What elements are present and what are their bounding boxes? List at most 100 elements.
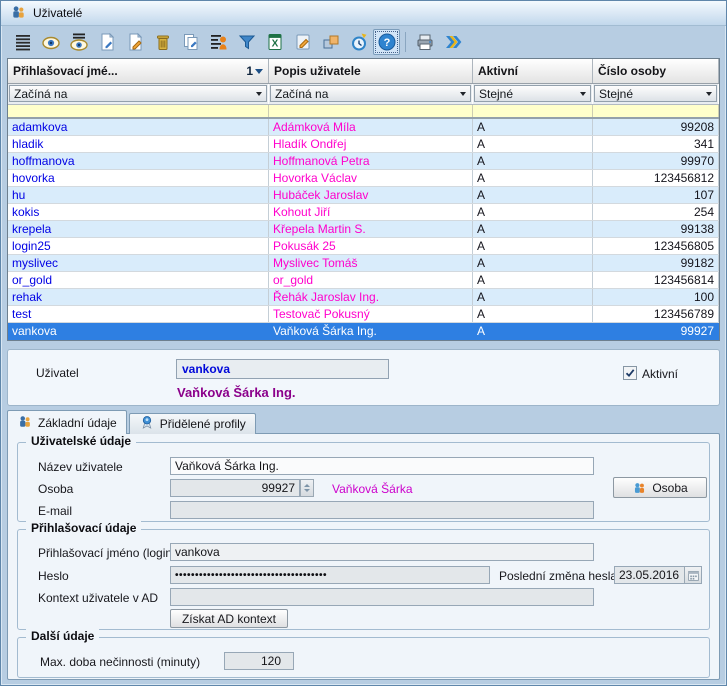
max-idle-label: Max. doba nečinnosti (minuty) bbox=[40, 655, 200, 669]
filter-cell: Stejné bbox=[593, 84, 719, 104]
table-row[interactable]: kokisKohout JiříA254 bbox=[8, 204, 719, 221]
person-button[interactable]: Osoba bbox=[613, 477, 707, 498]
login-input[interactable]: vankova bbox=[170, 543, 594, 561]
filter-operator-dropdown[interactable]: Stejné bbox=[594, 85, 717, 102]
grid-rows-icon[interactable] bbox=[9, 29, 36, 55]
table-row[interactable]: adamkovaAdámková MílaA99208 bbox=[8, 119, 719, 136]
cell-login: login25 bbox=[8, 238, 269, 254]
cell-description: Testovač Pokusný bbox=[269, 306, 473, 322]
filter-value-cell[interactable] bbox=[8, 105, 269, 117]
tab-label: Přidělené profily bbox=[160, 417, 246, 431]
detail-header-panel: Uživatel vankova Vaňková Šárka Ing. Akti… bbox=[7, 349, 720, 406]
table-row[interactable]: hovorkaHovorka VáclavA123456812 bbox=[8, 170, 719, 187]
cell-description: Vaňková Šárka Ing. bbox=[269, 323, 473, 339]
name-input[interactable]: Vaňková Šárka Ing. bbox=[170, 457, 594, 475]
column-header-label: Přihlašovací jmé... bbox=[13, 64, 118, 78]
toolbar-separator bbox=[405, 32, 406, 52]
cell-login: hovorka bbox=[8, 170, 269, 186]
column-header[interactable]: Číslo osoby bbox=[593, 59, 719, 83]
cell-login: myslivec bbox=[8, 255, 269, 271]
table-row[interactable]: testTestovač PokusnýA123456789 bbox=[8, 306, 719, 323]
filter-operator-label: Stejné bbox=[479, 87, 513, 101]
filter-operator-label: Začíná na bbox=[275, 87, 328, 101]
login-label: Přihlašovací jméno (login) bbox=[38, 546, 176, 560]
filter-value-cell[interactable] bbox=[473, 105, 593, 117]
cell-description: Hoffmanová Petra bbox=[269, 153, 473, 169]
filter-operator-dropdown[interactable]: Začíná na bbox=[9, 85, 267, 102]
table-row[interactable]: rehakŘehák Jaroslav Ing.A100 bbox=[8, 289, 719, 306]
filter-cell: Začíná na bbox=[8, 84, 269, 104]
table-row[interactable]: hladikHladík OndřejA341 bbox=[8, 136, 719, 153]
edit-record-icon[interactable] bbox=[121, 29, 148, 55]
more-actions-icon[interactable] bbox=[439, 29, 466, 55]
table-row[interactable]: myslivecMyslivec TomášA99182 bbox=[8, 255, 719, 272]
new-record-icon[interactable] bbox=[93, 29, 120, 55]
user-label: Uživatel bbox=[36, 366, 79, 380]
group-title: Uživatelské údaje bbox=[26, 434, 136, 448]
cell-description: Adámková Míla bbox=[269, 119, 473, 135]
preview-icon[interactable] bbox=[37, 29, 64, 55]
cell-person-number: 123456805 bbox=[593, 238, 719, 254]
cell-active: A bbox=[473, 221, 593, 237]
active-checkbox[interactable] bbox=[623, 366, 637, 380]
delete-record-icon[interactable] bbox=[149, 29, 176, 55]
last-password-change-field: 23.05.2016 bbox=[614, 566, 702, 584]
group-title: Další údaje bbox=[26, 629, 99, 643]
user-rights-icon[interactable] bbox=[205, 29, 232, 55]
preview-all-icon[interactable] bbox=[65, 29, 92, 55]
password-label: Heslo bbox=[38, 569, 69, 583]
calendar-icon bbox=[684, 567, 701, 583]
cell-login: hoffmanova bbox=[8, 153, 269, 169]
column-header[interactable]: Popis uživatele bbox=[269, 59, 473, 83]
person-button-icon bbox=[632, 481, 647, 495]
table-body: adamkovaAdámková MílaA99208hladikHladík … bbox=[8, 119, 719, 340]
table-row[interactable]: vankovaVaňková Šárka Ing.A99927 bbox=[8, 323, 719, 340]
cell-person-number: 99182 bbox=[593, 255, 719, 271]
column-header-label: Popis uživatele bbox=[274, 64, 361, 78]
relations-icon[interactable] bbox=[317, 29, 344, 55]
tab-pridelene-profily[interactable]: Přidělené profily bbox=[129, 413, 256, 434]
cell-login: adamkova bbox=[8, 119, 269, 135]
svg-text:X: X bbox=[271, 39, 278, 50]
table-header-row: Přihlašovací jmé... 1 Popis uživatele Aktiv… bbox=[8, 59, 719, 84]
cell-description: Hovorka Václav bbox=[269, 170, 473, 186]
cell-active: A bbox=[473, 238, 593, 254]
edit-note-icon[interactable] bbox=[289, 29, 316, 55]
table-row[interactable]: hoffmanovaHoffmanová PetraA99970 bbox=[8, 153, 719, 170]
filter-operator-dropdown[interactable]: Stejné bbox=[474, 85, 591, 102]
badge-icon bbox=[139, 415, 155, 433]
cell-active: A bbox=[473, 153, 593, 169]
history-icon[interactable] bbox=[345, 29, 372, 55]
cell-active: A bbox=[473, 289, 593, 305]
filter-operator-dropdown[interactable]: Začíná na bbox=[270, 85, 471, 102]
table-row[interactable]: huHubáček JaroslavA107 bbox=[8, 187, 719, 204]
filter-icon[interactable] bbox=[233, 29, 260, 55]
filter-value-cell[interactable] bbox=[593, 105, 719, 117]
cell-description: Kohout Jiří bbox=[269, 204, 473, 220]
sort-arrow-down-icon bbox=[255, 69, 263, 74]
password-input[interactable]: •••••••••••••••••••••••••••••••••••••• bbox=[170, 566, 490, 584]
filter-value-cell[interactable] bbox=[269, 105, 473, 117]
cell-active: A bbox=[473, 255, 593, 271]
table-row[interactable]: krepelaKřepela Martin S.A99138 bbox=[8, 221, 719, 238]
active-checkbox-label: Aktivní bbox=[642, 367, 678, 381]
help-icon[interactable]: ? bbox=[373, 29, 400, 55]
cell-active: A bbox=[473, 204, 593, 220]
print-icon[interactable] bbox=[411, 29, 438, 55]
cell-description: or_gold bbox=[269, 272, 473, 288]
cell-person-number: 99927 bbox=[593, 323, 719, 339]
cell-login: test bbox=[8, 306, 269, 322]
users-table: Přihlašovací jmé... 1 Popis uživatele Aktiv… bbox=[7, 58, 720, 341]
copy-record-icon[interactable] bbox=[177, 29, 204, 55]
excel-export-icon[interactable]: X bbox=[261, 29, 288, 55]
table-row[interactable]: login25Pokusák 25A123456805 bbox=[8, 238, 719, 255]
chevron-down-icon bbox=[460, 92, 466, 96]
sort-indicator: 1 bbox=[246, 64, 263, 78]
column-header[interactable]: Aktivní bbox=[473, 59, 593, 83]
table-filter-input-row[interactable] bbox=[8, 105, 719, 119]
table-row[interactable]: or_goldor_goldA123456814 bbox=[8, 272, 719, 289]
tab-zakladni-udaje[interactable]: Základní údaje bbox=[7, 410, 127, 434]
cell-active: A bbox=[473, 136, 593, 152]
column-header[interactable]: Přihlašovací jmé... 1 bbox=[8, 59, 269, 83]
get-ad-context-button[interactable]: Získat AD kontext bbox=[170, 609, 288, 628]
